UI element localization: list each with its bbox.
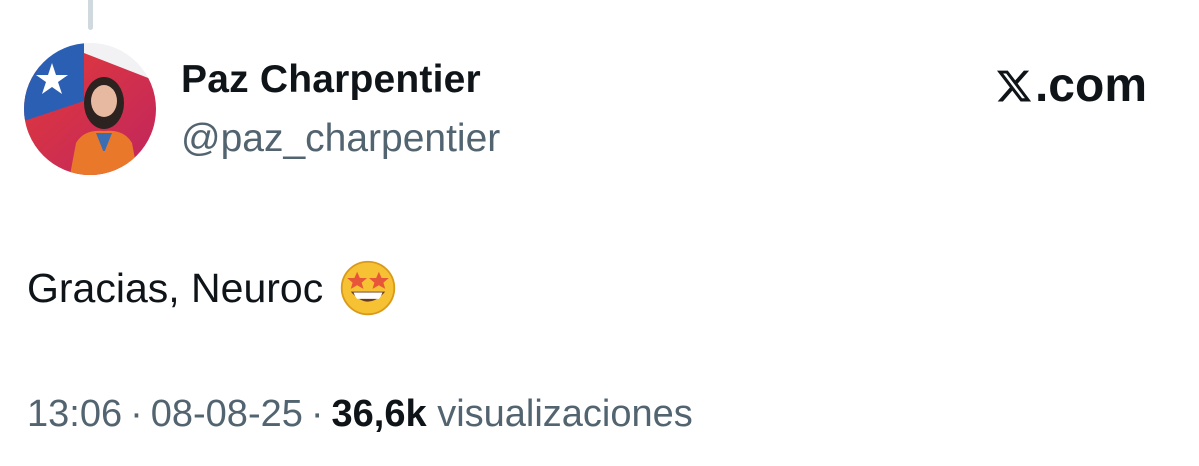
views-count[interactable]: 36,6k — [332, 393, 427, 435]
author-handle[interactable]: @paz_charpentier — [181, 117, 500, 161]
tweet-time[interactable]: 13:06 — [27, 393, 122, 435]
views-label: visualizaciones — [437, 393, 693, 435]
tweet-meta: 13:06 · 08-08-25 · 36,6k visualizaciones — [27, 393, 693, 436]
meta-separator: · — [310, 393, 324, 435]
star-struck-emoji-icon — [341, 260, 396, 316]
meta-separator: · — [130, 393, 143, 435]
brand-watermark: .com — [995, 58, 1147, 113]
avatar-image — [24, 43, 156, 175]
tweet-text: Gracias, Neuroc — [27, 264, 324, 311]
brand-suffix: .com — [1034, 59, 1147, 112]
thread-connector-line — [88, 0, 93, 30]
tweet-body: Gracias, Neuroc — [27, 259, 397, 317]
tweet-date[interactable]: 08-08-25 — [151, 393, 303, 435]
author-display-name[interactable]: Paz Charpentier — [181, 58, 481, 102]
x-logo-icon — [996, 70, 1032, 101]
author-avatar[interactable] — [24, 43, 156, 175]
